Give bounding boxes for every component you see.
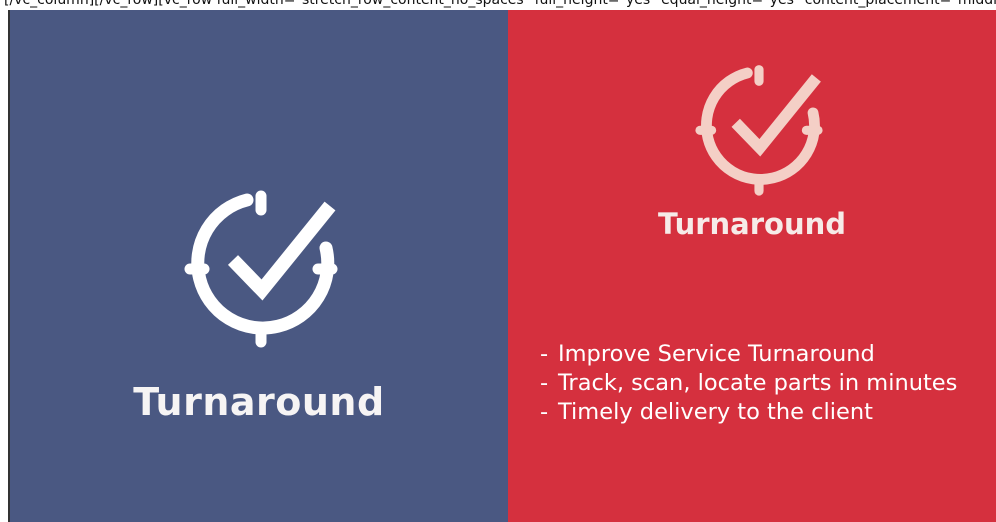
left-card: Turnaround xyxy=(10,10,508,522)
feature-text: Track, scan, locate parts in minutes xyxy=(558,370,958,396)
list-item: - Improve Service Turnaround xyxy=(540,340,980,369)
left-card-title: Turnaround xyxy=(133,380,385,424)
bullet-marker: - xyxy=(540,341,549,367)
feature-text: Timely delivery to the client xyxy=(558,399,873,425)
right-card-title: Turnaround xyxy=(657,207,847,241)
bullet-marker: - xyxy=(540,399,549,425)
list-item: - Timely delivery to the client xyxy=(540,398,980,427)
right-card: Turnaround - Improve Service Turnaround -… xyxy=(508,10,996,522)
clock-check-icon xyxy=(695,65,823,196)
bullet-marker: - xyxy=(540,370,549,396)
feature-text: Improve Service Turnaround xyxy=(558,341,875,367)
shortcode-text: [/vc_column][/vc_row][vc_row full_width=… xyxy=(4,0,996,8)
clock-check-icon xyxy=(184,190,338,348)
list-item: - Track, scan, locate parts in minutes xyxy=(540,369,980,398)
feature-list: - Improve Service Turnaround - Track, scan… xyxy=(540,340,980,427)
